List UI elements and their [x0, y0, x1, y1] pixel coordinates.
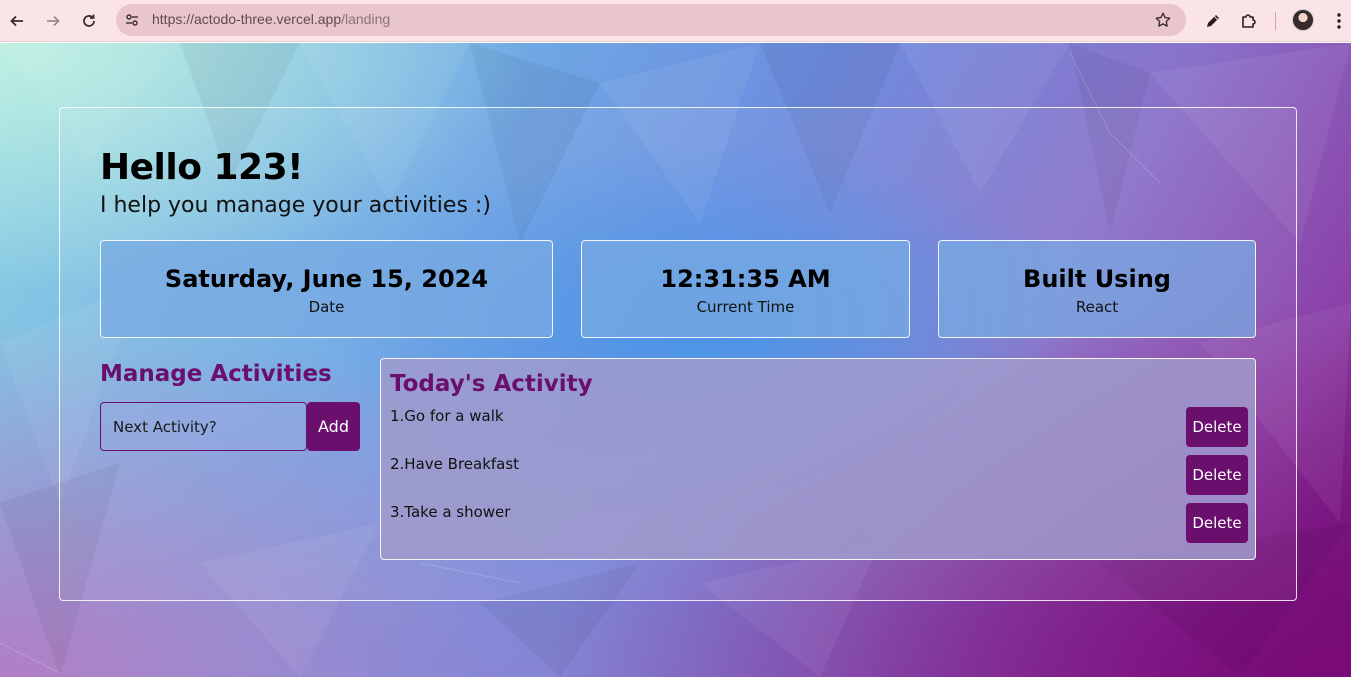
add-button[interactable]: Add — [307, 402, 360, 451]
manage-activities-heading: Manage Activities — [100, 361, 332, 387]
date-label: Date — [308, 298, 345, 316]
extensions-icon — [1242, 14, 1256, 28]
time-value: 12:31:35 AM — [660, 265, 831, 293]
activity-text: 1.Go for a walk — [390, 407, 504, 425]
page-background: Hello 123! I help you manage your activi… — [0, 43, 1351, 677]
url-host: https://actodo-three.vercel.app — [152, 11, 342, 27]
reload-button[interactable] — [75, 7, 103, 35]
forward-icon — [47, 15, 60, 27]
todays-activity-heading: Today's Activity — [390, 371, 593, 397]
site-info-icon — [126, 14, 138, 26]
toolbar-divider — [1275, 12, 1276, 30]
delete-button[interactable]: Delete — [1186, 407, 1248, 447]
todays-activity-panel: Today's Activity 1.Go for a walk Delete … — [380, 358, 1256, 560]
time-label: Current Time — [696, 298, 795, 316]
back-icon — [10, 15, 23, 27]
pen-button[interactable] — [1201, 9, 1225, 33]
star-icon[interactable] — [1154, 11, 1172, 29]
menu-button[interactable] — [1327, 9, 1351, 33]
activity-input[interactable] — [100, 402, 307, 451]
greeting-heading: Hello 123! — [100, 147, 304, 188]
pen-icon — [1207, 15, 1219, 27]
list-item: 3.Take a shower Delete — [390, 503, 1248, 543]
back-button[interactable] — [3, 7, 31, 35]
avatar[interactable] — [1292, 9, 1314, 31]
list-item: 2.Have Breakfast Delete — [390, 455, 1248, 495]
extensions-button[interactable] — [1237, 9, 1261, 33]
list-item: 1.Go for a walk Delete — [390, 407, 1248, 447]
browser-toolbar: https://actodo-three.vercel.app/landing — [0, 0, 1351, 42]
time-card: 12:31:35 AM Current Time — [581, 240, 910, 338]
reload-icon — [83, 14, 95, 27]
delete-button[interactable]: Delete — [1186, 503, 1248, 543]
tagline: I help you manage your activities :) — [100, 193, 491, 218]
date-card: Saturday, June 15, 2024 Date — [100, 240, 553, 338]
delete-button[interactable]: Delete — [1186, 455, 1248, 495]
activity-text: 2.Have Breakfast — [390, 455, 520, 473]
built-using-card: Built Using React — [938, 240, 1256, 338]
built-using-value: React — [1075, 298, 1119, 316]
activity-text: 3.Take a shower — [390, 503, 511, 521]
menu-icon — [1337, 13, 1341, 29]
forward-button[interactable] — [39, 7, 67, 35]
site-info-button[interactable] — [120, 8, 144, 32]
built-using-heading: Built Using — [1023, 265, 1171, 293]
url-path: /landing — [341, 11, 391, 27]
address-bar[interactable]: https://actodo-three.vercel.app/landing — [116, 4, 1186, 36]
url-text: https://actodo-three.vercel.app/landing — [152, 11, 390, 27]
date-value: Saturday, June 15, 2024 — [164, 265, 489, 293]
